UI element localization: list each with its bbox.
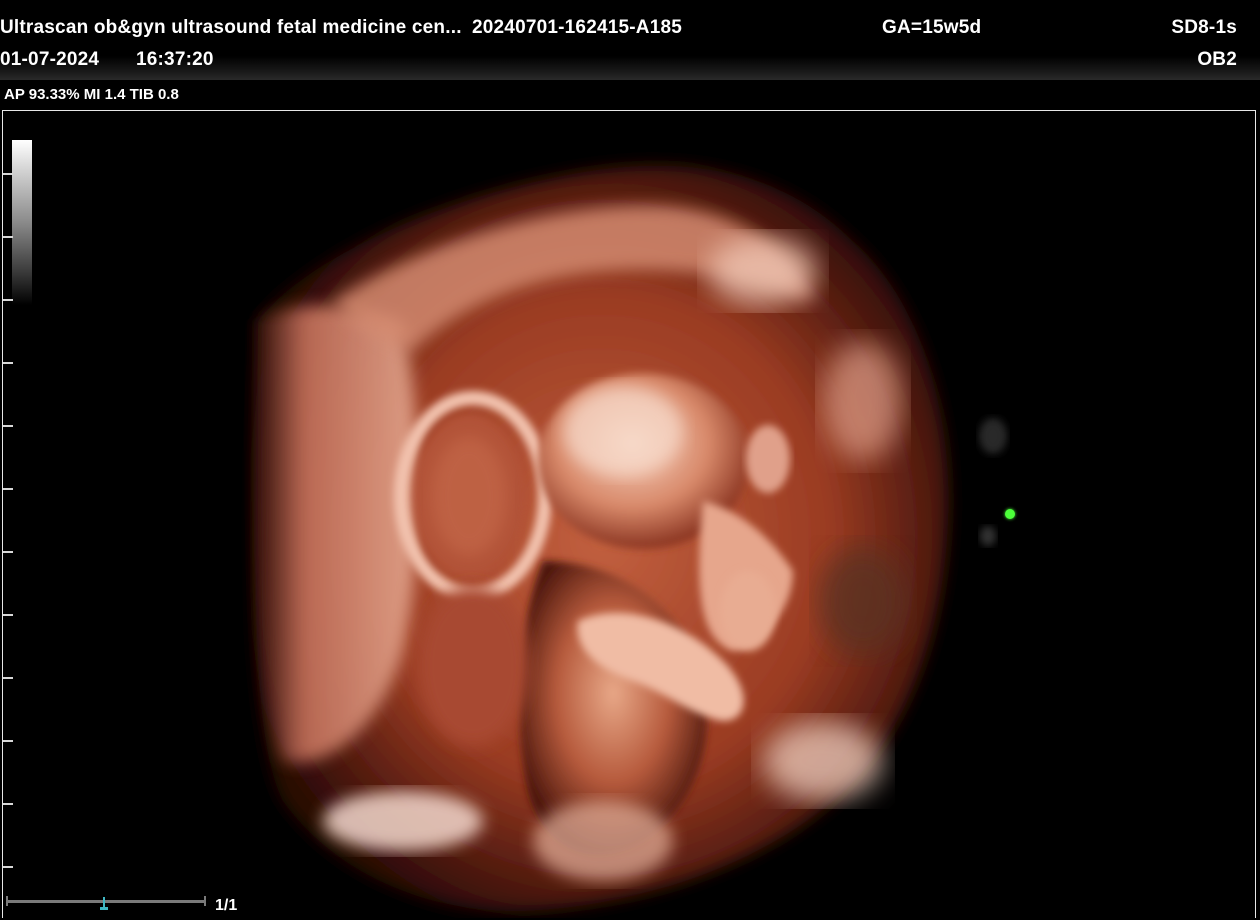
probe-label: SD8-1s xyxy=(1171,17,1237,38)
frame-page-indicator: 1/1 xyxy=(215,897,238,914)
gestational-age: GA=15w5d xyxy=(882,17,982,38)
depth-tick xyxy=(3,614,13,616)
parameter-bar xyxy=(0,80,1260,110)
depth-tick xyxy=(3,551,13,553)
fetal-3d-render xyxy=(255,165,1007,912)
exam-date: 01-07-2024 xyxy=(0,49,100,70)
depth-tick xyxy=(3,299,13,301)
depth-tick xyxy=(3,740,13,742)
depth-tick xyxy=(3,803,13,805)
depth-tick xyxy=(3,866,13,868)
depth-tick xyxy=(3,488,13,490)
cine-slider-thumb[interactable] xyxy=(100,897,108,911)
exam-id: 20240701-162415-A185 xyxy=(472,17,683,38)
header-bar: Ultrascan ob&gyn ultrasound fetal medici… xyxy=(0,0,1260,80)
image-frame xyxy=(2,110,1256,918)
center-name: Ultrascan ob&gyn ultrasound fetal medici… xyxy=(0,17,462,38)
depth-tick xyxy=(3,677,13,679)
depth-tick xyxy=(3,173,13,175)
preset-label: OB2 xyxy=(1197,49,1237,70)
grayscale-bar xyxy=(12,140,32,305)
acoustic-params: AP 93.33% MI 1.4 TIB 0.8 xyxy=(4,86,179,103)
cine-slider-start-cap xyxy=(6,896,8,906)
exam-time: 16:37:20 xyxy=(136,49,214,70)
focus-marker-dot xyxy=(1005,509,1015,519)
cine-slider-end-cap xyxy=(204,896,206,906)
depth-tick xyxy=(3,425,13,427)
depth-tick xyxy=(3,236,13,238)
depth-tick xyxy=(3,362,13,364)
